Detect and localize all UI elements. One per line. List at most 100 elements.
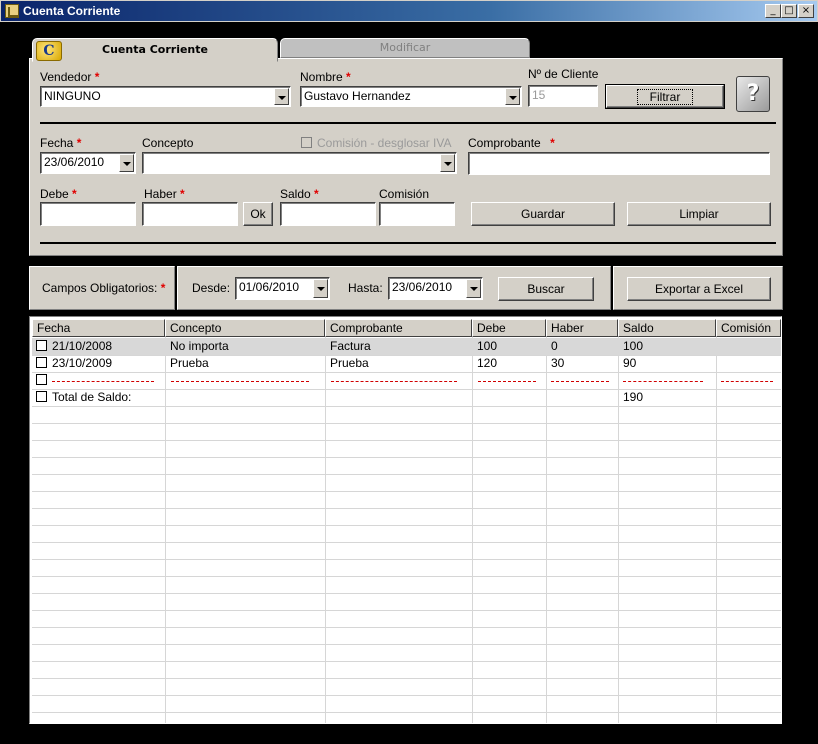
row-separator-dash [478,381,536,382]
row-checkbox[interactable] [36,374,47,385]
total-saldo-label: Total de Saldo: [52,390,132,404]
grid-row-line [32,389,781,390]
grid-column-line [165,337,166,723]
grid-row-line [32,712,781,713]
chevron-down-icon[interactable] [119,154,134,172]
close-button[interactable]: × [798,4,814,18]
column-header-fecha[interactable]: Fecha [32,319,165,337]
nro-cliente-field[interactable]: 15 [528,85,598,107]
fecha-picker[interactable]: 23/06/2010 [40,152,136,174]
data-grid[interactable]: Fecha Concepto Comprobante Debe Haber Sa… [29,316,782,724]
limpiar-button[interactable]: Limpiar [627,202,771,226]
comision-label: Comisión [379,187,430,201]
chevron-down-icon[interactable] [313,279,328,298]
column-header-debe[interactable]: Debe [472,319,546,337]
filtrar-button[interactable]: Filtrar [605,84,725,109]
haber-label: Haber * [144,187,185,201]
grid-column-line [325,337,326,723]
chevron-down-icon[interactable] [466,279,481,298]
concepto-label: Concepto [142,136,194,150]
hasta-picker[interactable]: 23/06/2010 [388,277,483,300]
filtrar-label: Filtrar [636,88,694,105]
grid-row-line [32,559,781,560]
haber-field[interactable] [142,202,238,226]
vendedor-label: Vendedor * [40,70,100,84]
row-separator-dash [331,381,457,382]
fecha-value: 23/06/2010 [44,155,105,169]
title-bar[interactable]: Cuenta Corriente _ □ × [0,0,818,22]
grid-row-line [32,372,781,373]
saldo-field[interactable] [280,202,376,226]
row-checkbox[interactable] [36,391,47,402]
grid-row-line [32,576,781,577]
cell-haber: 30 [551,356,565,370]
grid-column-line [472,337,473,723]
grid-row-line [32,627,781,628]
campos-obligatorios-label: Campos Obligatorios: * [42,281,166,295]
grid-row-line [32,695,781,696]
hasta-value: 23/06/2010 [392,280,453,294]
comision-field[interactable] [379,202,455,226]
column-header-saldo[interactable]: Saldo [618,319,716,337]
help-icon[interactable]: ? [736,76,770,112]
cell-fecha: 21/10/2008 [52,339,113,353]
comision-iva-checkbox[interactable] [301,137,312,148]
tab-modificar[interactable]: Modificar [280,38,530,58]
chevron-down-icon[interactable] [274,88,289,105]
comision-iva-label: Comisión - desglosar IVA [317,136,452,150]
grid-row-line [32,525,781,526]
chevron-down-icon[interactable] [440,154,455,172]
cell-fecha: 23/10/2009 [52,356,113,370]
cell-saldo: 100 [623,339,644,353]
chevron-down-icon[interactable] [505,88,520,105]
grid-row-line [32,542,781,543]
debe-field[interactable] [40,202,136,226]
row-separator-dash [623,381,703,382]
nombre-combo[interactable]: Gustavo Hernandez [300,86,522,107]
total-saldo-value: 190 [623,390,644,404]
column-header-concepto[interactable]: Concepto [165,319,325,337]
table-row-selected[interactable] [32,338,781,355]
row-checkbox[interactable] [36,340,47,351]
separator-top [40,122,776,124]
desde-label: Desde: [192,281,231,295]
row-separator-dash [721,381,773,382]
vendedor-value: NINGUNO [44,89,101,103]
buscar-button[interactable]: Buscar [498,277,594,301]
tab-cuenta-corriente[interactable]: Cuenta Corriente [32,38,278,62]
cell-debe: 120 [477,356,498,370]
row-separator-dash [171,381,309,382]
cell-haber: 0 [551,339,558,353]
nro-cliente-label: Nº de Cliente [528,67,599,81]
guardar-button[interactable]: Guardar [471,202,615,226]
column-header-comision[interactable]: Comisión [716,319,781,337]
saldo-label: Saldo * [280,187,319,201]
grid-row-line [32,406,781,407]
window-title: Cuenta Corriente [23,4,121,18]
desde-picker[interactable]: 01/06/2010 [235,277,330,300]
grid-row-line [32,491,781,492]
grid-row-line [32,355,781,356]
ok-button[interactable]: Ok [243,202,273,226]
cell-debe: 100 [477,339,498,353]
comprobante-field[interactable] [468,152,770,175]
separator-bottom [40,242,776,244]
row-separator-dash [52,381,154,382]
comprobante-label: Comprobante * [468,136,555,150]
column-header-haber[interactable]: Haber [546,319,618,337]
exportar-excel-button[interactable]: Exportar a Excel [627,277,771,301]
concepto-combo[interactable] [142,152,457,174]
grid-row-line [32,610,781,611]
app-icon [5,4,19,18]
grid-row-line [32,644,781,645]
row-checkbox[interactable] [36,357,47,368]
maximize-button[interactable]: □ [781,4,797,18]
column-header-comprobante[interactable]: Comprobante [325,319,472,337]
vendedor-combo[interactable]: NINGUNO [40,86,291,107]
cell-concepto: No importa [170,339,229,353]
minimize-button[interactable]: _ [765,4,781,18]
grid-column-line [716,337,717,723]
row-separator-dash [551,381,609,382]
cell-comprobante: Factura [330,339,371,353]
fecha-label: Fecha * [40,136,82,150]
